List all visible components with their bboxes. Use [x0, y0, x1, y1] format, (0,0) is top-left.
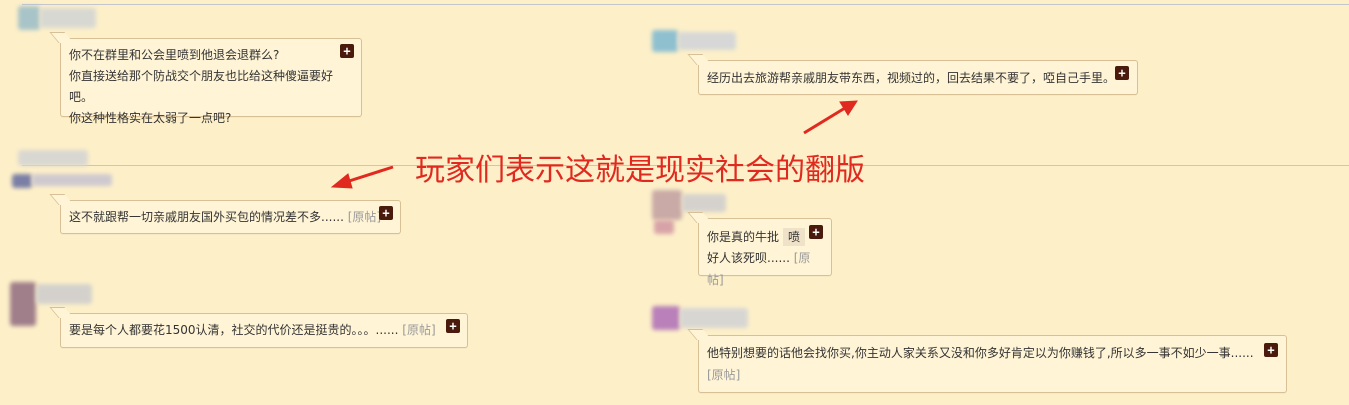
avatar[interactable]: [8, 150, 118, 190]
comment-text: 你直接送给那个防战交个朋友也比给这种傻逼要好吧。: [69, 69, 334, 104]
divider: [22, 4, 1349, 5]
comment-bubble: 你不在群里和公会里喷到他退会退群么? 你直接送给那个防战交个朋友也比给这种傻逼要…: [49, 32, 362, 125]
comment-text: 你是真的牛批: [707, 230, 780, 244]
expand-plus-icon[interactable]: +: [1264, 343, 1278, 357]
comment-text: 你这种性格实在太弱了一点吧?: [69, 111, 232, 125]
comment-bubble: 你是真的牛批喷 好人该死呗...... [原帖] +: [687, 212, 832, 287]
expand-plus-icon[interactable]: +: [446, 319, 460, 333]
original-post-link[interactable]: [原帖]: [348, 210, 381, 224]
arrow-head: [839, 100, 858, 116]
comment-text: 这不就跟帮一切亲戚朋友国外买包的情况差不多......: [69, 210, 344, 224]
arrow-line: [345, 165, 394, 184]
comment-bubble: 他特别想要的话他会找你买,你主动人家关系又没和你多好肯定以为你赚钱了,所以多一事…: [687, 329, 1287, 393]
comment-text: 他特别想要的话他会找你买,你主动人家关系又没和你多好肯定以为你赚钱了,所以多一事…: [707, 346, 1254, 360]
arrow-line: [803, 106, 846, 135]
original-post-link[interactable]: [原帖]: [402, 323, 435, 337]
avatar[interactable]: [18, 6, 98, 32]
original-post-link[interactable]: [原帖]: [707, 364, 1278, 386]
comment-text: 经历出去旅游帮亲戚朋友带东西，视频过的，回去结果不要了，啞自己手里。: [707, 71, 1116, 85]
arrow-head: [330, 173, 353, 189]
expand-plus-icon[interactable]: +: [340, 44, 354, 58]
comment-bubble: 这不就跟帮一切亲戚朋友国外买包的情况差不多...... [原帖] +: [49, 194, 401, 234]
avatar[interactable]: [652, 30, 742, 54]
comment-bubble: 经历出去旅游帮亲戚朋友带东西，视频过的，回去结果不要了，啞自己手里。 +: [687, 54, 1138, 95]
expand-plus-icon[interactable]: +: [809, 225, 823, 239]
bubble-tail: [49, 32, 74, 43]
comment-text: 你不在群里和公会里喷到他退会退群么?: [69, 48, 280, 62]
bubble-tail: [49, 194, 74, 205]
comment-text: 要是每个人都要花1500认清，社交的代价还是挺贵的。。。......: [69, 323, 399, 337]
annotation-text: 玩家们表示这就是现实社会的翻版: [415, 153, 865, 188]
bubble-tail: [687, 54, 712, 65]
expand-plus-icon[interactable]: +: [1115, 66, 1129, 80]
comment-bubble: 要是每个人都要花1500认清，社交的代价还是挺贵的。。。...... [原帖] …: [49, 307, 468, 348]
tag-badge: 喷: [783, 228, 806, 246]
expand-plus-icon[interactable]: +: [379, 206, 393, 220]
comment-text: 好人该死呗......: [707, 251, 790, 265]
